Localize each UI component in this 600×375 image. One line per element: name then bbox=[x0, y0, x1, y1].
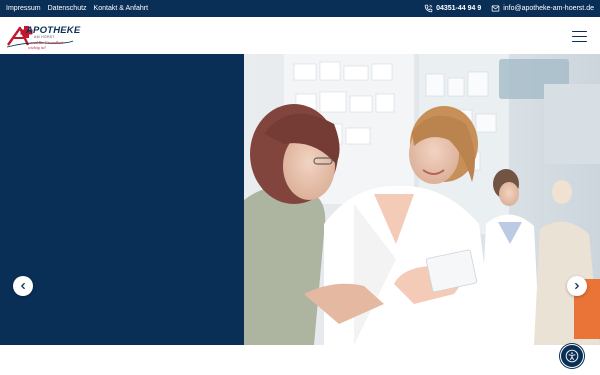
accessibility-button[interactable] bbox=[560, 344, 584, 368]
email-address: info@apotheke-am-hoerst.de bbox=[503, 5, 594, 12]
phone-link[interactable]: 04351-44 94 9 bbox=[424, 4, 481, 13]
hero-slider bbox=[0, 54, 600, 345]
top-links: Impressum Datenschutz Kontakt & Anfahrt bbox=[6, 0, 148, 17]
hero-photo bbox=[244, 54, 600, 345]
kontakt-anfahrt-link[interactable]: Kontakt & Anfahrt bbox=[94, 5, 148, 12]
top-bar: Impressum Datenschutz Kontakt & Anfahrt … bbox=[0, 0, 600, 17]
phone-icon bbox=[424, 4, 433, 13]
menu-line bbox=[572, 31, 587, 33]
site-header: APOTHEKE AM HÖRST ...weil Ihr Gesundheit… bbox=[0, 17, 600, 54]
slider-next-button[interactable] bbox=[567, 276, 587, 296]
hamburger-menu-icon[interactable] bbox=[572, 31, 587, 42]
logo-slogan: ...weil Ihr Gesundheit wichtig ist! bbox=[28, 40, 63, 50]
datenschutz-link[interactable]: Datenschutz bbox=[48, 5, 87, 12]
menu-line bbox=[572, 40, 587, 42]
accessibility-icon bbox=[565, 349, 579, 363]
chevron-right-icon bbox=[575, 282, 579, 290]
menu-line bbox=[572, 35, 587, 38]
logo-subline: AM HÖRST bbox=[34, 35, 55, 39]
contact-info: 04351-44 94 9 info@apotheke-am-hoerst.de bbox=[424, 0, 594, 17]
apotheke-logo[interactable]: APOTHEKE AM HÖRST ...weil Ihr Gesundheit… bbox=[6, 23, 80, 50]
phone-number: 04351-44 94 9 bbox=[436, 5, 482, 12]
content-start bbox=[0, 345, 600, 375]
envelope-icon bbox=[491, 5, 500, 12]
email-link[interactable]: info@apotheke-am-hoerst.de bbox=[491, 4, 594, 13]
hero-text-panel bbox=[0, 54, 244, 345]
slider-prev-button[interactable] bbox=[13, 276, 33, 296]
pharmacy-scene-illustration bbox=[244, 54, 600, 345]
chevron-left-icon bbox=[21, 282, 25, 290]
impressum-link[interactable]: Impressum bbox=[6, 5, 41, 12]
